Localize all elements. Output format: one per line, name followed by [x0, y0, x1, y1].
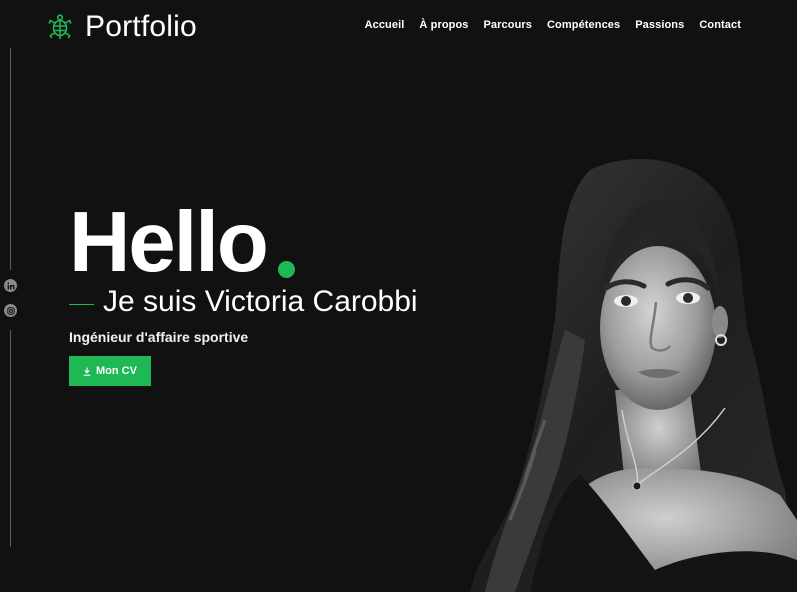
portrait-image [470, 159, 797, 592]
site-header: Portfolio Accueil À propos Parcours Comp… [0, 0, 797, 52]
linkedin-link[interactable] [4, 279, 17, 292]
cv-download-button[interactable]: Mon CV [69, 356, 151, 386]
instagram-icon [6, 306, 15, 315]
nav-item-a-propos[interactable]: À propos [419, 19, 468, 31]
nav-item-competences[interactable]: Compétences [547, 19, 620, 31]
instagram-link[interactable] [4, 304, 17, 317]
logo[interactable]: Portfolio [46, 10, 197, 44]
hero-title: Hello [69, 195, 269, 290]
side-rail-line-bottom [10, 330, 11, 547]
nav-item-contact[interactable]: Contact [699, 19, 741, 31]
turtle-icon [48, 14, 72, 39]
portrait-photo [440, 150, 797, 592]
nav-item-parcours[interactable]: Parcours [484, 19, 533, 31]
logo-text: Portfolio [85, 10, 197, 43]
intro-dash [69, 304, 94, 305]
nav-item-passions[interactable]: Passions [635, 19, 684, 31]
side-rail-line-top [10, 48, 11, 270]
main-nav: Accueil À propos Parcours Compétences Pa… [365, 19, 741, 31]
download-icon [83, 367, 91, 376]
hero-intro: Je suis Victoria Carobbi [103, 285, 418, 318]
hero-role: Ingénieur d'affaire sportive [69, 329, 249, 345]
nav-item-accueil[interactable]: Accueil [365, 19, 405, 31]
title-accent-dot [278, 261, 295, 278]
linkedin-icon [7, 282, 14, 289]
cv-button-label: Mon CV [96, 365, 137, 377]
